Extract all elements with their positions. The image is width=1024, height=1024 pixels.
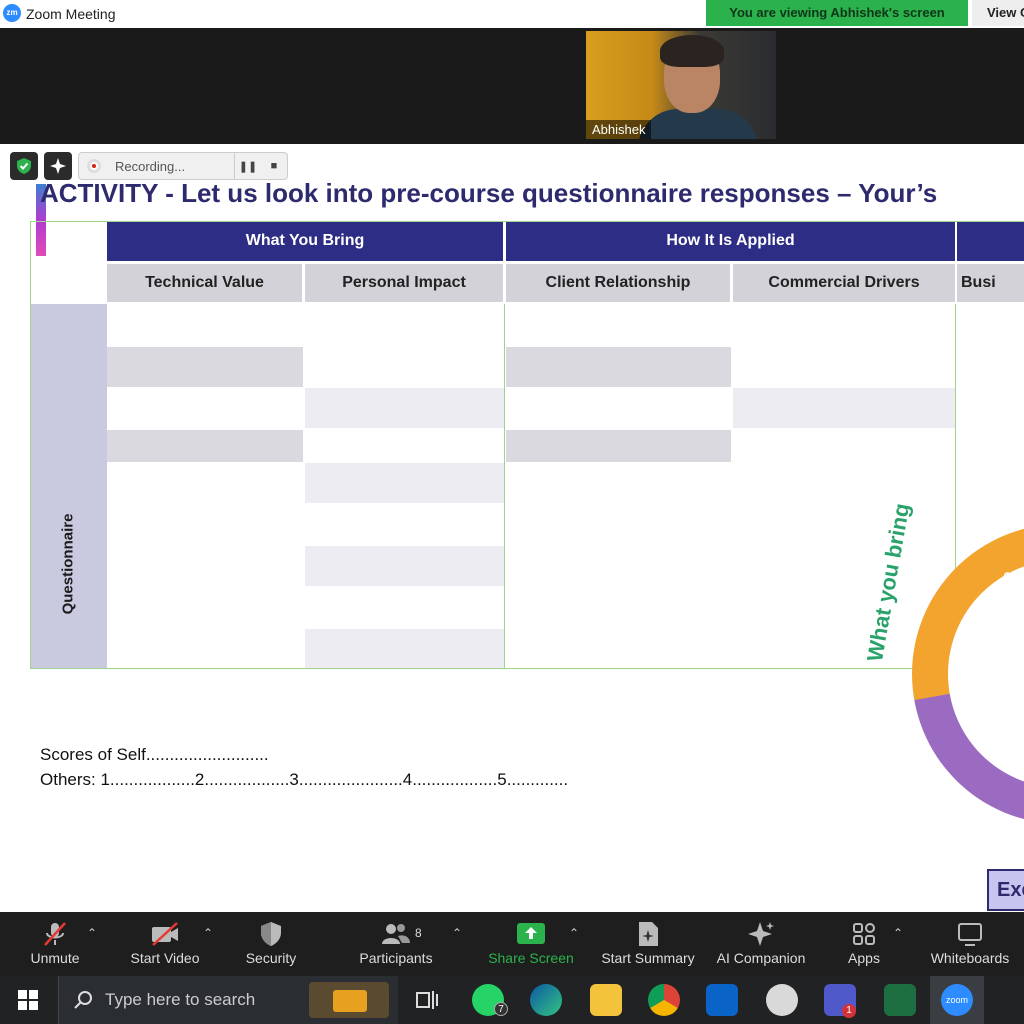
security-shield-button[interactable] — [10, 152, 38, 180]
share-screen-button[interactable]: Share Screen — [486, 912, 576, 976]
file-explorer-icon[interactable] — [590, 984, 622, 1016]
start-video-label: Start Video — [130, 950, 200, 966]
search-placeholder: Type here to search — [105, 990, 256, 1009]
sparkle-icon — [50, 158, 66, 174]
window-title: Zoom Meeting — [26, 6, 116, 22]
edge-browser-icon[interactable] — [530, 984, 562, 1016]
snipping-tool-icon[interactable] — [766, 984, 798, 1016]
meeting-info-controls: Recording... ❚❚ ■ — [10, 152, 288, 180]
stop-recording-icon[interactable]: ■ — [261, 160, 287, 172]
participants-label: Participants — [359, 950, 433, 966]
zoom-meeting-window: zm Zoom Meeting You are viewing Abhishek… — [0, 0, 1024, 1024]
participant-body — [638, 109, 758, 139]
whiteboard-icon — [924, 912, 1016, 950]
table-divider — [504, 304, 505, 669]
taskbar-search-box[interactable]: Type here to search — [58, 976, 398, 1024]
share-options-chevron-icon[interactable]: ⌃ — [569, 926, 579, 940]
title-bar: zm Zoom Meeting You are viewing Abhishek… — [0, 0, 1024, 28]
shared-screen: ACTIVITY - Let us look into pre-course q… — [0, 144, 1024, 912]
recording-status: Recording... — [115, 158, 186, 174]
ai-companion-button[interactable]: AI Companion — [712, 912, 810, 976]
excel-icon[interactable] — [884, 984, 916, 1016]
whiteboards-button[interactable]: Whiteboards — [924, 912, 1016, 976]
meeting-toolbar: Unmute ⌃ Start Video ⌃ Security Particip… — [0, 912, 1024, 976]
shield-check-icon — [17, 158, 31, 174]
participants-count: 8 — [415, 926, 422, 940]
search-icon — [74, 991, 92, 1009]
apps-label: Apps — [848, 950, 880, 966]
pause-recording-icon[interactable]: ❚❚ — [235, 160, 261, 173]
windows-taskbar: Type here to search 7 1 zoom — [0, 976, 1024, 1024]
security-button[interactable]: Security — [238, 912, 304, 976]
start-summary-button[interactable]: Start Summary — [598, 912, 698, 976]
scores-self-line: Scores of Self.......................... — [40, 745, 269, 764]
chrome-icon[interactable] — [648, 984, 680, 1016]
search-highlight-image — [309, 982, 389, 1018]
whiteboards-label: Whiteboards — [930, 950, 1010, 966]
viewing-screen-banner: You are viewing Abhishek's screen — [706, 0, 968, 26]
camera-off-icon — [122, 912, 208, 950]
start-video-button[interactable]: Start Video — [122, 912, 208, 976]
shield-icon — [238, 912, 304, 950]
participant-name-label: Abhishek — [586, 120, 652, 139]
whatsapp-badge: 7 — [494, 1002, 508, 1016]
participants-options-chevron-icon[interactable]: ⌃ — [452, 926, 462, 940]
recording-indicator: Recording... ❚❚ ■ — [78, 152, 288, 180]
unmute-button[interactable]: Unmute — [22, 912, 88, 976]
zoom-app-icon: zoom — [941, 984, 973, 1016]
outlook-icon[interactable] — [706, 984, 738, 1016]
share-screen-label: Share Screen — [488, 950, 574, 966]
video-strip: Abhishek — [0, 28, 1024, 144]
teams-badge: 1 — [842, 1004, 856, 1018]
scores-block: Scores of Self..........................… — [40, 742, 568, 792]
zoom-logo-icon: zm — [3, 4, 21, 22]
video-options-chevron-icon[interactable]: ⌃ — [203, 926, 213, 940]
ai-companion-label: AI Companion — [716, 950, 806, 966]
windows-start-icon[interactable] — [18, 990, 38, 1015]
task-view-icon[interactable] — [416, 988, 438, 1017]
participant-hair — [660, 35, 724, 67]
unmute-label: Unmute — [30, 950, 80, 966]
exercise-badge: Exe — [987, 869, 1024, 911]
summary-document-icon — [598, 912, 698, 950]
microphone-muted-icon — [22, 912, 88, 950]
briefcase-icon — [333, 990, 367, 1012]
security-label: Security — [245, 950, 297, 966]
apps-button[interactable]: Apps — [836, 912, 892, 976]
participants-button[interactable]: Participants — [352, 912, 440, 976]
audio-options-chevron-icon[interactable]: ⌃ — [87, 926, 97, 940]
recording-dot-icon — [87, 159, 101, 173]
apps-icon — [836, 912, 892, 950]
participant-video-tile[interactable]: Abhishek — [586, 31, 776, 139]
ai-sparkle-icon — [712, 912, 810, 950]
participants-icon — [352, 912, 440, 950]
scores-others-line: Others: 1..................2............… — [40, 770, 569, 789]
share-screen-icon — [486, 912, 576, 950]
slide-title: ACTIVITY - Let us look into pre-course q… — [40, 178, 938, 208]
start-summary-label: Start Summary — [601, 950, 695, 966]
apps-options-chevron-icon[interactable]: ⌃ — [893, 926, 903, 940]
zoom-taskbar-button[interactable]: zoom — [930, 976, 984, 1024]
ai-sparkle-button[interactable] — [44, 152, 72, 180]
view-options-button[interactable]: View O — [972, 0, 1024, 26]
